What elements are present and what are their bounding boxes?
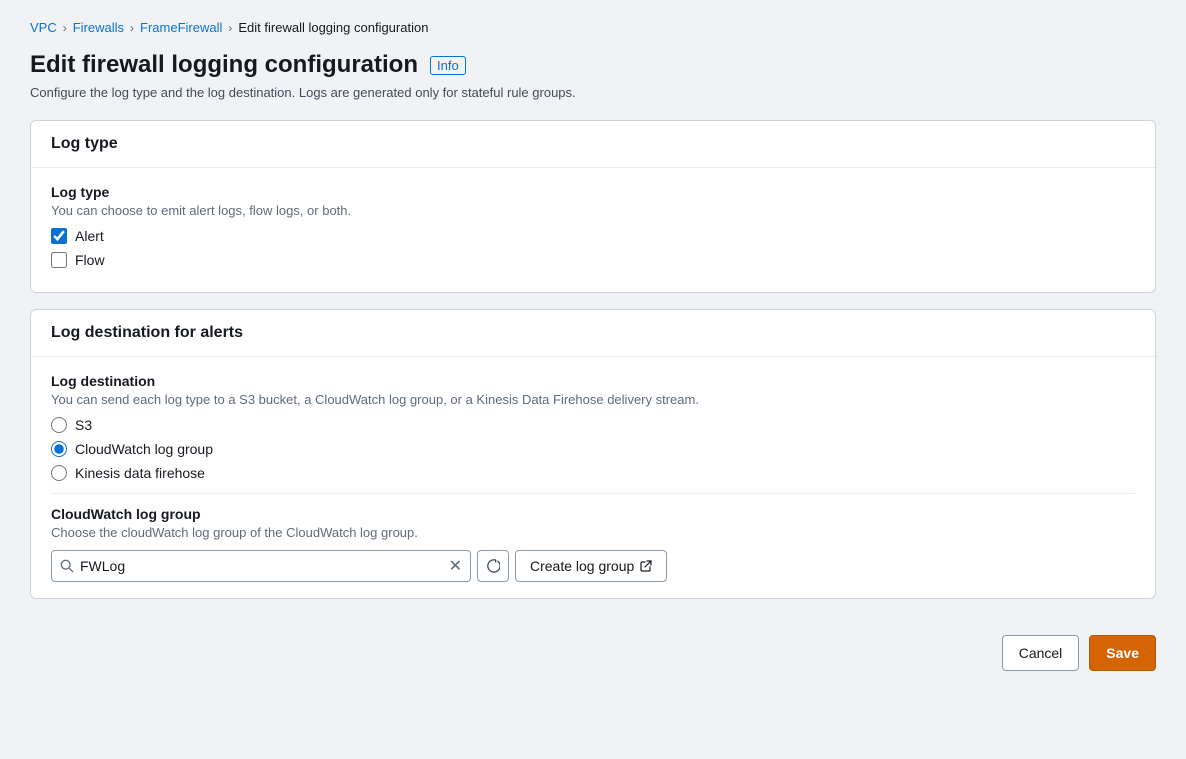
cloudwatch-log-group-label: CloudWatch log group	[51, 506, 1135, 522]
page-title: Edit firewall logging configuration	[30, 51, 418, 79]
search-input-wrapper[interactable]: ✕	[51, 550, 471, 582]
log-type-card-header: Log type	[31, 121, 1155, 168]
refresh-button[interactable]	[477, 550, 509, 582]
breadcrumb-sep-3: ›	[228, 21, 232, 35]
create-log-group-label: Create log group	[530, 558, 634, 574]
flow-label[interactable]: Flow	[75, 252, 105, 268]
breadcrumb-framefirewall[interactable]: FrameFirewall	[140, 20, 222, 35]
alert-label[interactable]: Alert	[75, 228, 104, 244]
s3-label[interactable]: S3	[75, 417, 92, 433]
search-input[interactable]	[80, 558, 445, 574]
save-button[interactable]: Save	[1089, 635, 1156, 671]
cloudwatch-label[interactable]: CloudWatch log group	[75, 441, 213, 457]
flow-checkbox[interactable]	[51, 252, 67, 268]
search-icon	[60, 559, 74, 573]
log-type-card-title: Log type	[51, 135, 118, 152]
log-destination-card: Log destination for alerts Log destinati…	[30, 309, 1156, 599]
page-header: Edit firewall logging configuration Info	[30, 51, 1156, 79]
clear-search-button[interactable]: ✕	[449, 556, 462, 576]
cloudwatch-log-group-description: Choose the cloudWatch log group of the C…	[51, 525, 1135, 540]
info-link[interactable]: Info	[430, 56, 466, 75]
breadcrumb-sep-2: ›	[130, 21, 134, 35]
kinesis-radio-row[interactable]: Kinesis data firehose	[51, 465, 1135, 481]
cloudwatch-search-group: ✕ Create log group	[51, 550, 1135, 582]
create-log-group-button[interactable]: Create log group	[515, 550, 667, 582]
alert-checkbox[interactable]	[51, 228, 67, 244]
cloudwatch-radio-row[interactable]: CloudWatch log group	[51, 441, 1135, 457]
log-destination-card-header: Log destination for alerts	[31, 310, 1155, 357]
alert-checkbox-row[interactable]: Alert	[51, 228, 1135, 244]
breadcrumb-current: Edit firewall logging configuration	[238, 20, 428, 35]
breadcrumb-sep-1: ›	[63, 21, 67, 35]
kinesis-radio[interactable]	[51, 465, 67, 481]
flow-checkbox-row[interactable]: Flow	[51, 252, 1135, 268]
log-destination-card-body: Log destination You can send each log ty…	[31, 357, 1155, 598]
log-type-field-label: Log type	[51, 184, 1135, 200]
breadcrumb: VPC › Firewalls › FrameFirewall › Edit f…	[30, 20, 1156, 35]
page-description: Configure the log type and the log desti…	[30, 85, 1156, 100]
external-link-icon	[640, 560, 652, 572]
breadcrumb-vpc[interactable]: VPC	[30, 20, 57, 35]
cloudwatch-radio[interactable]	[51, 441, 67, 457]
divider	[51, 493, 1135, 494]
cancel-button[interactable]: Cancel	[1002, 635, 1080, 671]
log-destination-card-title: Log destination for alerts	[51, 324, 243, 341]
refresh-icon	[486, 559, 500, 573]
kinesis-label[interactable]: Kinesis data firehose	[75, 465, 205, 481]
footer-actions: Cancel Save	[30, 615, 1156, 691]
log-type-card: Log type Log type You can choose to emit…	[30, 120, 1156, 293]
log-destination-field-description: You can send each log type to a S3 bucke…	[51, 392, 1135, 407]
log-type-field-description: You can choose to emit alert logs, flow …	[51, 203, 1135, 218]
s3-radio[interactable]	[51, 417, 67, 433]
breadcrumb-firewalls[interactable]: Firewalls	[73, 20, 124, 35]
log-destination-field-label: Log destination	[51, 373, 1135, 389]
log-type-card-body: Log type You can choose to emit alert lo…	[31, 168, 1155, 292]
s3-radio-row[interactable]: S3	[51, 417, 1135, 433]
